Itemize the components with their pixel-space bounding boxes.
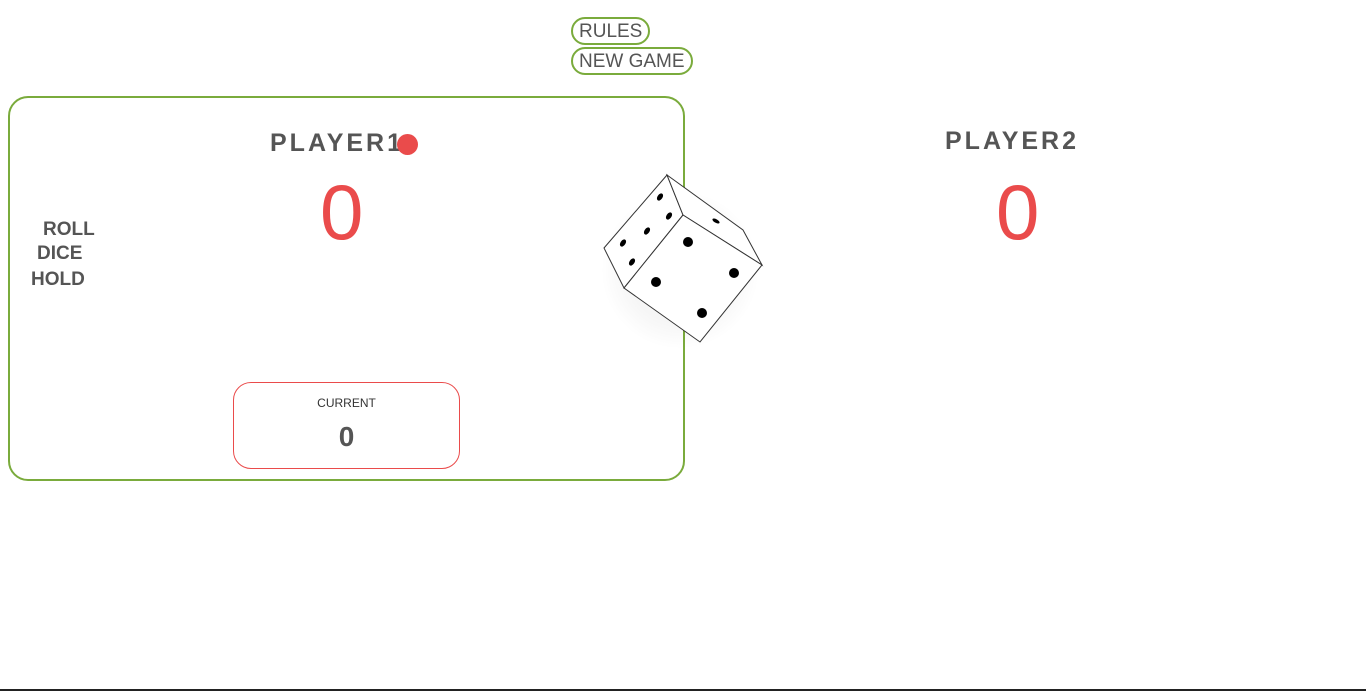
player1-score: 0 [320, 168, 364, 256]
bottom-divider [0, 689, 1366, 691]
dice [560, 160, 800, 370]
current-value: 0 [338, 421, 355, 452]
player2-name: PLAYER2 [945, 127, 1080, 155]
player1-name: PLAYER1 [270, 129, 405, 157]
hold-button[interactable]: HOLD [31, 269, 85, 291]
rules-button[interactable]: RULES [571, 17, 651, 45]
player2-score: 0 [996, 168, 1040, 256]
player1-current-box: CURRENT 0 [233, 382, 460, 469]
active-player-indicator [397, 134, 418, 155]
roll-dice-button-label[interactable]: DICE [37, 243, 82, 265]
dice-icon [603, 173, 764, 343]
new-game-button[interactable]: NEW GAME [571, 47, 693, 75]
roll-dice-button[interactable]: ROLL [43, 219, 95, 241]
current-label: CURRENT [317, 396, 376, 410]
